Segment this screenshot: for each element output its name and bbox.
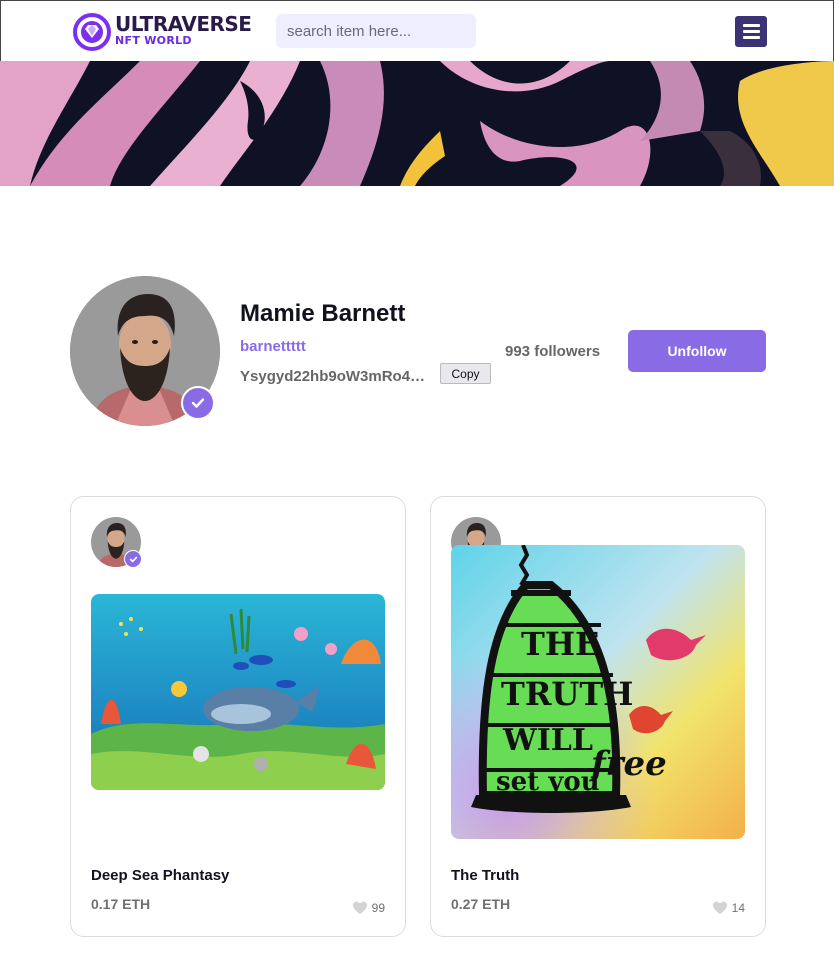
search-input[interactable] (276, 14, 476, 48)
nft-price: 0.17 ETH (91, 896, 151, 912)
nft-card[interactable]: Deep Sea Phantasy 0.17 ETH 99 (70, 496, 406, 937)
nft-title[interactable]: Deep Sea Phantasy (91, 867, 229, 884)
diamond-logo-icon (73, 13, 111, 51)
copy-wallet-button[interactable]: Copy (440, 363, 491, 384)
profile-avatar-wrap (70, 276, 220, 426)
verified-badge (181, 386, 215, 420)
verified-badge (124, 550, 142, 568)
nft-title[interactable]: The Truth (451, 867, 519, 884)
svg-text:THE: THE (521, 625, 599, 663)
logo-subtitle: NFT WORLD (115, 34, 192, 47)
check-badge-icon (191, 398, 205, 408)
menu-button[interactable] (735, 16, 767, 47)
top-navbar: ULTRAVERSE NFT WORLD (0, 0, 834, 61)
hamburger-icon (742, 24, 760, 27)
profile-banner (0, 61, 834, 186)
svg-text:free: free (589, 744, 667, 784)
profile-handle[interactable]: barnettttt (240, 338, 306, 355)
logo-text: ULTRAVERSE NFT WORLD (115, 12, 252, 47)
unfollow-button[interactable]: Unfollow (628, 330, 766, 372)
creator-avatar-wrap[interactable] (91, 517, 142, 568)
svg-text:set you: set you (496, 767, 600, 797)
like-count: 99 (371, 901, 385, 915)
banner-image (0, 61, 834, 186)
nft-card[interactable]: THE TRUTH WILL set you free The Truth 0.… (430, 496, 766, 937)
like-button[interactable]: 99 (352, 901, 385, 915)
heart-icon (352, 901, 367, 915)
svg-text:WILL: WILL (502, 723, 593, 758)
like-button[interactable]: 14 (712, 901, 745, 915)
site-logo[interactable]: ULTRAVERSE NFT WORLD (71, 12, 252, 52)
check-badge-icon (129, 556, 137, 562)
wallet-address: Ysygyd22hb9oW3mRo4k3a8ZB (240, 368, 432, 385)
nft-image[interactable] (91, 594, 385, 790)
like-count: 14 (731, 901, 745, 915)
nft-price: 0.27 ETH (451, 896, 511, 912)
profile-name: Mamie Barnett (240, 300, 406, 327)
heart-icon (712, 901, 727, 915)
followers-count: 993 followers (505, 343, 601, 360)
nft-image[interactable]: THE TRUTH WILL set you free (451, 545, 745, 839)
svg-text:TRUTH: TRUTH (501, 675, 633, 713)
logo-title: ULTRAVERSE (115, 12, 252, 36)
